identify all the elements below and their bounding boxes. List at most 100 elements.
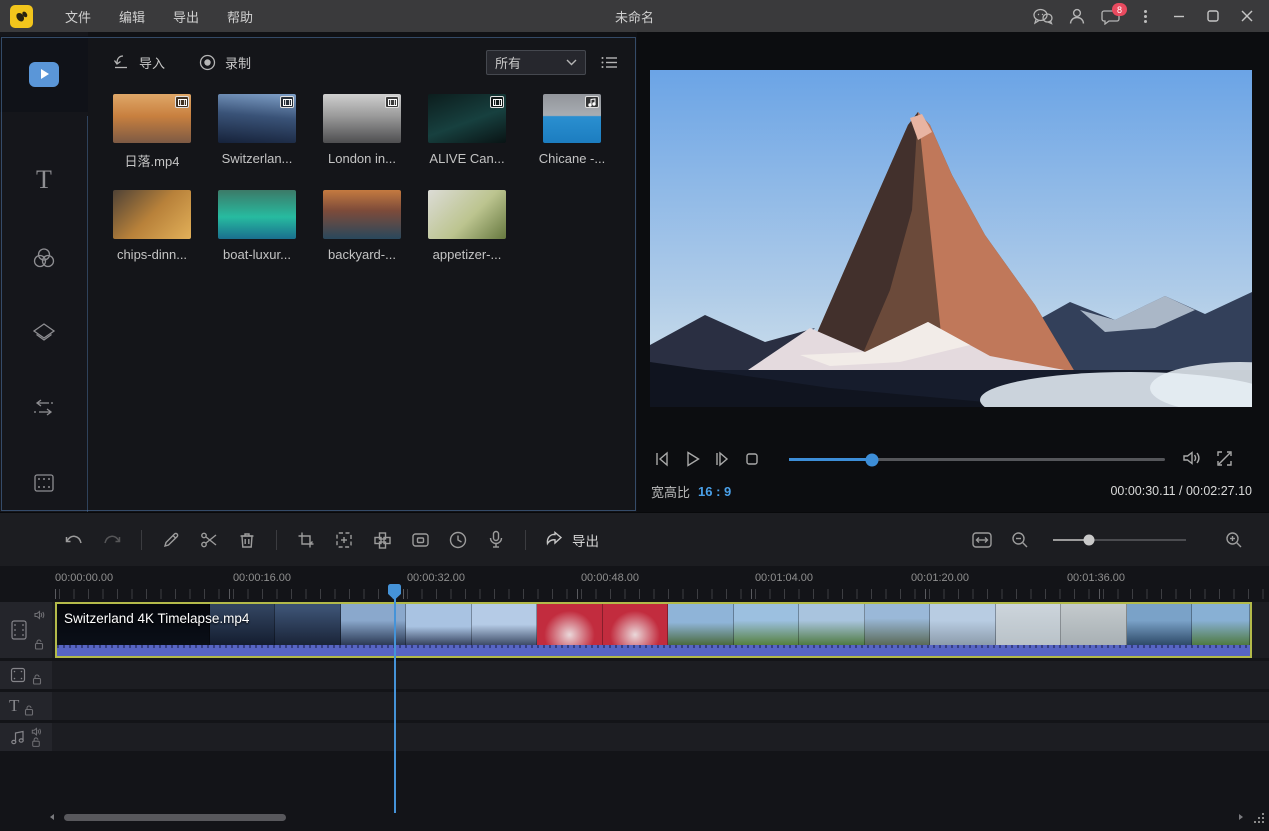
maximize-button[interactable] xyxy=(1199,4,1227,28)
media-thumbnail xyxy=(113,94,191,143)
playhead-line[interactable] xyxy=(394,584,396,813)
more-menu-icon[interactable] xyxy=(1131,4,1159,28)
media-thumbnail xyxy=(428,94,506,143)
record-button[interactable]: 录制 xyxy=(199,53,251,72)
media-item[interactable]: Switzerlan... xyxy=(218,94,296,170)
mosaic-button[interactable] xyxy=(370,528,394,552)
sidebar-tab-elements[interactable] xyxy=(0,445,88,521)
track-pip-lane[interactable] xyxy=(52,661,1269,689)
clip-thumbnail-frame xyxy=(537,604,602,645)
clip-thumbnail-frame xyxy=(1061,604,1126,645)
media-item[interactable]: backyard-... xyxy=(323,190,401,262)
account-icon[interactable] xyxy=(1063,4,1091,28)
overlays-icon xyxy=(31,320,57,346)
media-item[interactable]: 日落.mp4 xyxy=(113,94,191,170)
media-item[interactable]: ALIVE Can... xyxy=(428,94,506,170)
media-item[interactable]: Chicane -... xyxy=(533,94,611,170)
sidebar-tab-filters[interactable] xyxy=(0,220,88,296)
media-item-label: Chicane -... xyxy=(539,151,605,166)
export-label: 导出 xyxy=(572,530,599,550)
sidebar-tab-transitions[interactable] xyxy=(0,370,88,446)
aspect-ratio-value[interactable]: 16 : 9 xyxy=(698,484,731,499)
export-button[interactable]: 导出 xyxy=(544,530,599,550)
zoom-out-button[interactable] xyxy=(1008,528,1032,552)
timeline-panel: 00:00:00.0000:00:16.0000:00:32.0000:00:4… xyxy=(0,566,1269,831)
edit-button[interactable] xyxy=(159,528,183,552)
media-item[interactable]: appetizer-... xyxy=(428,190,506,262)
media-item-label: chips-dinn... xyxy=(117,247,187,262)
resize-grip[interactable] xyxy=(1253,813,1265,825)
record-label: 录制 xyxy=(225,53,251,72)
media-grid: 日落.mp4 Switzerlan... London in... ALIVE Can… xyxy=(88,86,636,262)
text-icon: T xyxy=(36,165,52,195)
clip-thumbnail-frame xyxy=(472,604,537,645)
music-badge-icon xyxy=(585,96,599,108)
transitions-icon xyxy=(31,397,57,419)
clip-thumbnail-frame xyxy=(406,604,471,645)
wechat-support-icon[interactable] xyxy=(1029,4,1057,28)
elements-icon xyxy=(31,470,57,496)
seek-slider[interactable] xyxy=(789,458,1165,461)
timeline-clip-switzerland[interactable]: Switzerland 4K Timelapse.mp4 xyxy=(55,602,1252,658)
aspect-ratio-label: 宽高比 xyxy=(651,482,690,501)
redo-button[interactable] xyxy=(100,528,124,552)
next-frame-button[interactable] xyxy=(711,448,733,470)
fit-timeline-button[interactable] xyxy=(970,528,994,552)
media-item[interactable]: London in... xyxy=(323,94,401,170)
delete-button[interactable] xyxy=(235,528,259,552)
stop-button[interactable] xyxy=(741,448,763,470)
feedback-icon[interactable]: 8 xyxy=(1097,4,1125,28)
zoom-slider-knob[interactable] xyxy=(1083,535,1094,546)
track-music-lane[interactable] xyxy=(52,723,1269,751)
track-video-lane[interactable]: Switzerland 4K Timelapse.mp4 xyxy=(52,602,1269,658)
filters-icon xyxy=(31,245,57,271)
zoom-in-button[interactable] xyxy=(1222,528,1246,552)
scroll-right-arrow[interactable] xyxy=(1237,813,1245,821)
play-button[interactable] xyxy=(681,448,703,470)
track-text-lane[interactable] xyxy=(52,692,1269,720)
lock-track-icon[interactable] xyxy=(24,705,34,716)
lock-track-icon[interactable] xyxy=(34,639,44,650)
close-button[interactable] xyxy=(1233,4,1261,28)
menu-item-0[interactable]: 文件 xyxy=(55,3,101,30)
clip-thumbnail-frame xyxy=(996,604,1061,645)
duration-button[interactable] xyxy=(446,528,470,552)
menu-item-1[interactable]: 编辑 xyxy=(109,3,155,30)
volume-button[interactable] xyxy=(1181,447,1203,469)
sidebar-tab-overlays[interactable] xyxy=(0,295,88,371)
freeze-frame-button[interactable] xyxy=(408,528,432,552)
track-text-header: T xyxy=(0,692,52,720)
import-button[interactable]: 导入 xyxy=(112,53,165,72)
media-item[interactable]: chips-dinn... xyxy=(113,190,191,262)
mute-track-icon[interactable] xyxy=(31,727,42,736)
scroll-left-arrow[interactable] xyxy=(48,813,56,821)
sidebar-tab-text[interactable]: T xyxy=(0,142,88,218)
previous-frame-button[interactable] xyxy=(651,448,673,470)
zoom-region-button[interactable] xyxy=(332,528,356,552)
notification-badge: 8 xyxy=(1112,3,1127,16)
video-editor-window: 文件编辑导出帮助 未命名 8 xyxy=(0,0,1269,831)
undo-button[interactable] xyxy=(62,528,86,552)
timeline-scrollbar xyxy=(0,810,1269,824)
list-view-button[interactable] xyxy=(600,55,618,70)
menu-item-3[interactable]: 帮助 xyxy=(217,3,263,30)
lock-track-icon[interactable] xyxy=(32,674,42,685)
menu-item-2[interactable]: 导出 xyxy=(163,3,209,30)
voiceover-button[interactable] xyxy=(484,528,508,552)
media-item[interactable]: boat-luxur... xyxy=(218,190,296,262)
minimize-button[interactable] xyxy=(1165,4,1193,28)
media-filter-dropdown[interactable]: 所有 xyxy=(486,50,586,75)
clip-thumbnail-frame xyxy=(603,604,668,645)
fullscreen-button[interactable] xyxy=(1213,447,1235,469)
scrollbar-thumb[interactable] xyxy=(64,814,286,821)
crop-button[interactable] xyxy=(294,528,318,552)
preview-panel: 宽高比 16 : 9 00:00:30.11 / 00:02:27.10 xyxy=(637,32,1269,512)
track-music xyxy=(0,723,1269,751)
lock-track-icon[interactable] xyxy=(31,737,41,747)
sidebar-tab-media[interactable] xyxy=(0,36,88,112)
timeline-zoom-slider[interactable] xyxy=(1053,539,1186,541)
split-button[interactable] xyxy=(197,528,221,552)
mute-track-icon[interactable] xyxy=(34,610,45,620)
seek-knob[interactable] xyxy=(865,453,878,466)
clip-name-label: Switzerland 4K Timelapse.mp4 xyxy=(64,611,249,626)
